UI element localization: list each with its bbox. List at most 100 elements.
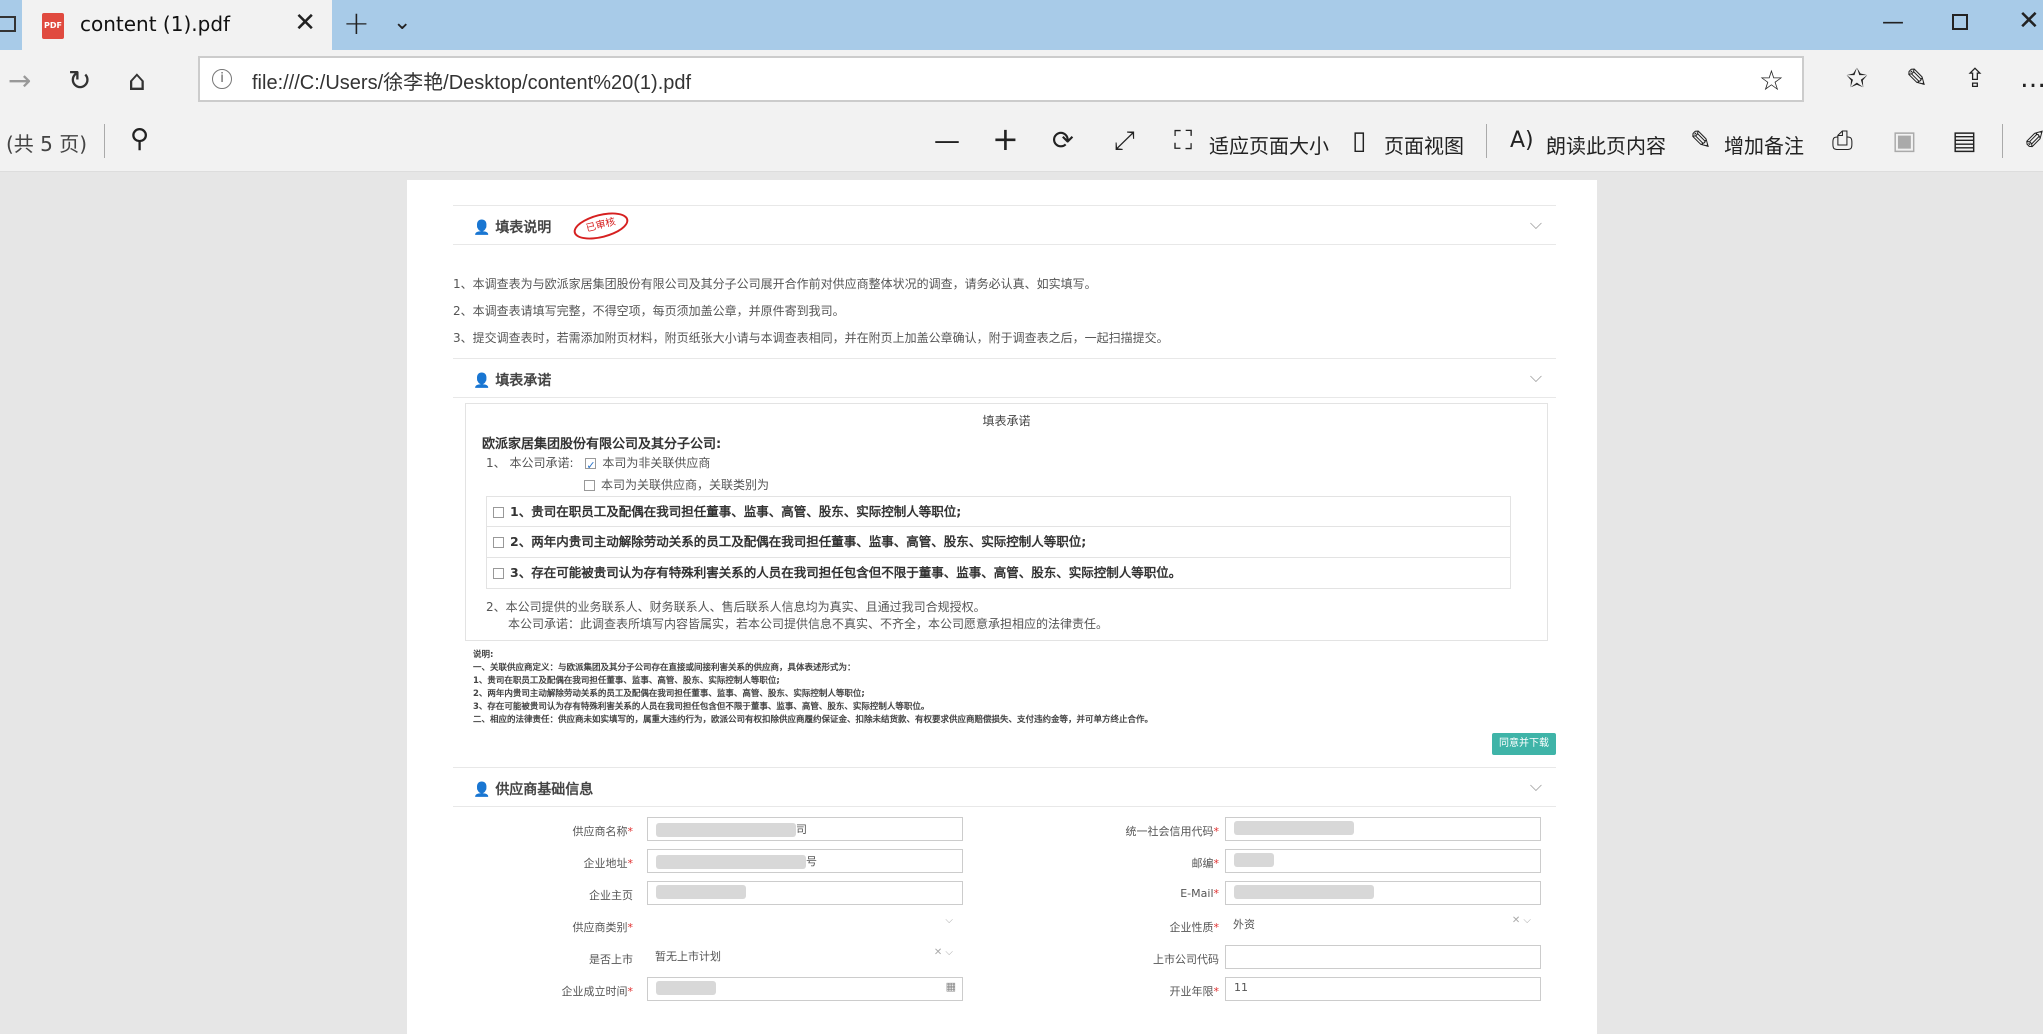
- pledge-text: 本公司承诺：此调查表所填写内容皆属实，若本公司提供信息不真实、不齐全，本公司愿意…: [508, 617, 1109, 631]
- section-header-pledge[interactable]: 👤 填表承诺 ⌵: [453, 358, 1556, 398]
- item-checkbox[interactable]: [493, 537, 504, 548]
- section-header-basic-info[interactable]: 👤 供应商基础信息 ⌵: [453, 767, 1556, 807]
- favorite-star-icon[interactable]: ☆: [1759, 64, 1784, 97]
- address-input[interactable]: 号: [647, 849, 963, 873]
- supplier-type-select[interactable]: ⌵: [647, 913, 963, 937]
- email-input[interactable]: [1225, 881, 1541, 905]
- tab-close-button[interactable]: ✕: [294, 8, 316, 38]
- address-bar[interactable]: i ☆: [198, 56, 1804, 102]
- listed-select[interactable]: 暂无上市计划 ✕ ⌵: [647, 945, 963, 969]
- pledge-company: 欧派家居集团股份有限公司及其分子公司:: [482, 437, 722, 452]
- field-label: 企业性质*: [1169, 921, 1220, 934]
- fit-page-button[interactable]: 适应页面大小: [1209, 130, 1329, 159]
- refresh-icon[interactable]: ↻: [68, 64, 91, 97]
- pdf-icon: PDF: [42, 13, 64, 39]
- info-icon[interactable]: i: [212, 69, 232, 89]
- title-bar: PDF content (1).pdf ✕ + ⌄ — ✕: [0, 0, 2043, 50]
- new-tab-button[interactable]: +: [343, 4, 370, 42]
- field-label: 企业主页: [589, 889, 633, 902]
- section-header-instructions[interactable]: 👤 填表说明 已审核 ⌵: [453, 205, 1556, 245]
- zoom-in-icon[interactable]: +: [992, 120, 1019, 158]
- related-item-row: 2、两年内贵司主动解除劳动关系的员工及配偶在我司担任董事、监事、高管、股东、实际…: [486, 527, 1511, 558]
- pledge-title: 填表承诺: [982, 414, 1031, 428]
- field-label: 供应商名称*: [572, 825, 634, 838]
- postcode-input[interactable]: [1225, 849, 1541, 873]
- item-checkbox[interactable]: [493, 507, 504, 518]
- calendar-icon[interactable]: ▦: [946, 980, 956, 993]
- supplier-form: 供应商名称* 司 统一社会信用代码* 企业地址* 号 邮编* 企业主页 E-Ma…: [453, 807, 1556, 1034]
- tab-title: content (1).pdf: [80, 12, 231, 36]
- checkbox-non-related[interactable]: [585, 455, 597, 477]
- page-view-button[interactable]: 页面视图: [1384, 130, 1464, 159]
- add-notes-icon[interactable]: ✎: [1690, 126, 1712, 156]
- option-label: 本司为非关联供应商: [602, 456, 711, 470]
- credit-code-input[interactable]: [1225, 817, 1541, 841]
- pen-notes-icon[interactable]: ✎: [1906, 64, 1928, 94]
- tab-active[interactable]: PDF content (1).pdf ✕: [22, 0, 332, 50]
- supplier-name-input[interactable]: 司: [647, 817, 963, 841]
- years-input[interactable]: 11: [1225, 977, 1541, 1001]
- item-checkbox[interactable]: [493, 568, 504, 579]
- fullscreen-icon[interactable]: ⤢: [1114, 126, 1135, 157]
- field-label: E-Mail*: [1180, 887, 1219, 900]
- divider: [2002, 124, 2003, 158]
- tab-actions-icon[interactable]: [0, 16, 16, 32]
- listed-code-input[interactable]: [1225, 945, 1541, 969]
- approved-stamp: 已审核: [570, 207, 632, 245]
- chevron-down-icon[interactable]: ⌵: [1530, 776, 1542, 796]
- section-title: 👤 填表说明: [473, 220, 552, 236]
- share-icon[interactable]: ⇪: [1964, 64, 1986, 94]
- note-line: 二、相应的法律责任：供应商未如实填写的，属重大违约行为，欧派公司有权扣除供应商履…: [473, 715, 1154, 725]
- close-window-button[interactable]: ✕: [2018, 6, 2040, 36]
- pledge-option-row: 本司为关联供应商，关联类别为: [486, 474, 1547, 496]
- read-aloud-icon[interactable]: A): [1510, 128, 1534, 153]
- home-icon[interactable]: ⌂: [128, 64, 146, 97]
- maximize-button[interactable]: [1952, 14, 1968, 30]
- pledge-box: 填表承诺 欧派家居集团股份有限公司及其分子公司: 1、 本公司承诺: 本司为非关…: [465, 403, 1548, 641]
- founded-date-input[interactable]: ▦: [647, 977, 963, 1001]
- field-label: 统一社会信用代码*: [1125, 825, 1220, 838]
- document-content: 👤 填表说明 已审核 ⌵ 1、本调查表为与欧派家居集团股份有限公司及其分子公司展…: [453, 205, 1556, 1034]
- favorites-list-icon[interactable]: ✩: [1846, 64, 1868, 94]
- rotate-icon[interactable]: ⟳: [1052, 126, 1074, 156]
- field-label: 开业年限*: [1169, 985, 1220, 998]
- note-line: 2、两年内贵司主动解除劳动关系的员工及配偶在我司担任董事、监事、高管、股东、实际…: [473, 689, 865, 699]
- pledge-option-row: 1、 本公司承诺: 本司为非关联供应商: [486, 452, 1547, 477]
- note-line: 1、贵司在职员工及配偶在我司担任董事、监事、高管、股东、实际控制人等职位;: [473, 676, 780, 686]
- more-icon[interactable]: …: [2020, 64, 2043, 94]
- chevron-down-icon[interactable]: ⌵: [1530, 214, 1542, 234]
- option-label: 本司为关联供应商，关联类别为: [601, 478, 770, 492]
- pdf-toolbar: (共 5 页) ⚲ — + ⟳ ⤢ ⛶ 适应页面大小 ▯ 页面视图 A) 朗读此…: [0, 110, 2043, 172]
- zoom-out-icon[interactable]: —: [934, 126, 960, 156]
- url-input[interactable]: [252, 66, 1652, 94]
- related-item-row: 1、贵司在职员工及配偶在我司担任董事、监事、高管、股东、实际控制人等职位;: [486, 496, 1511, 527]
- nature-select[interactable]: 外资 ✕ ⌵: [1225, 913, 1541, 937]
- minimize-button[interactable]: —: [1882, 10, 1904, 35]
- homepage-input[interactable]: [647, 881, 963, 905]
- chevron-down-icon[interactable]: ⌵: [1530, 367, 1542, 387]
- pin-icon[interactable]: ✐: [2024, 126, 2043, 156]
- note-line: 3、存在可能被贵司认为存有特殊利害关系的人员在我司担任包含但不限于董事、监事、高…: [473, 702, 930, 712]
- field-label: 企业地址*: [583, 857, 634, 870]
- agree-download-button[interactable]: 同意并下载: [1492, 733, 1556, 755]
- field-label: 供应商类别*: [572, 921, 634, 934]
- instruction-line: 3、提交调查表时，若需添加附页材料，附页纸张大小请与本调查表相同，并在附页上加盖…: [453, 331, 1169, 345]
- page-view-icon[interactable]: ▯: [1352, 126, 1366, 156]
- pdf-page: 👤 填表说明 已审核 ⌵ 1、本调查表为与欧派家居集团股份有限公司及其分子公司展…: [407, 180, 1597, 1034]
- note-line: 说明:: [473, 650, 494, 660]
- navigation-bar: → ↻ ⌂ i ☆ ✩ ✎ ⇪ …: [0, 50, 2043, 110]
- save-as-icon[interactable]: ▤: [1952, 126, 1977, 156]
- page-count: (共 5 页): [6, 132, 88, 156]
- print-icon[interactable]: ⎙: [1832, 126, 1853, 157]
- section-title: 👤 填表承诺: [473, 373, 552, 389]
- search-icon[interactable]: ⚲: [130, 124, 149, 154]
- field-label: 是否上市: [589, 953, 633, 966]
- checkbox-related[interactable]: [584, 480, 595, 491]
- add-notes-button[interactable]: 增加备注: [1724, 130, 1804, 159]
- fit-page-icon[interactable]: ⛶: [1174, 126, 1192, 157]
- related-item-row: 3、存在可能被贵司认为存有特殊利害关系的人员在我司担任包含但不限于董事、监事、高…: [486, 558, 1511, 589]
- forward-arrow-icon[interactable]: →: [8, 64, 31, 97]
- field-label: 邮编*: [1191, 857, 1220, 870]
- tab-list-chevron-icon[interactable]: ⌄: [393, 10, 411, 35]
- read-aloud-button[interactable]: 朗读此页内容: [1546, 130, 1666, 159]
